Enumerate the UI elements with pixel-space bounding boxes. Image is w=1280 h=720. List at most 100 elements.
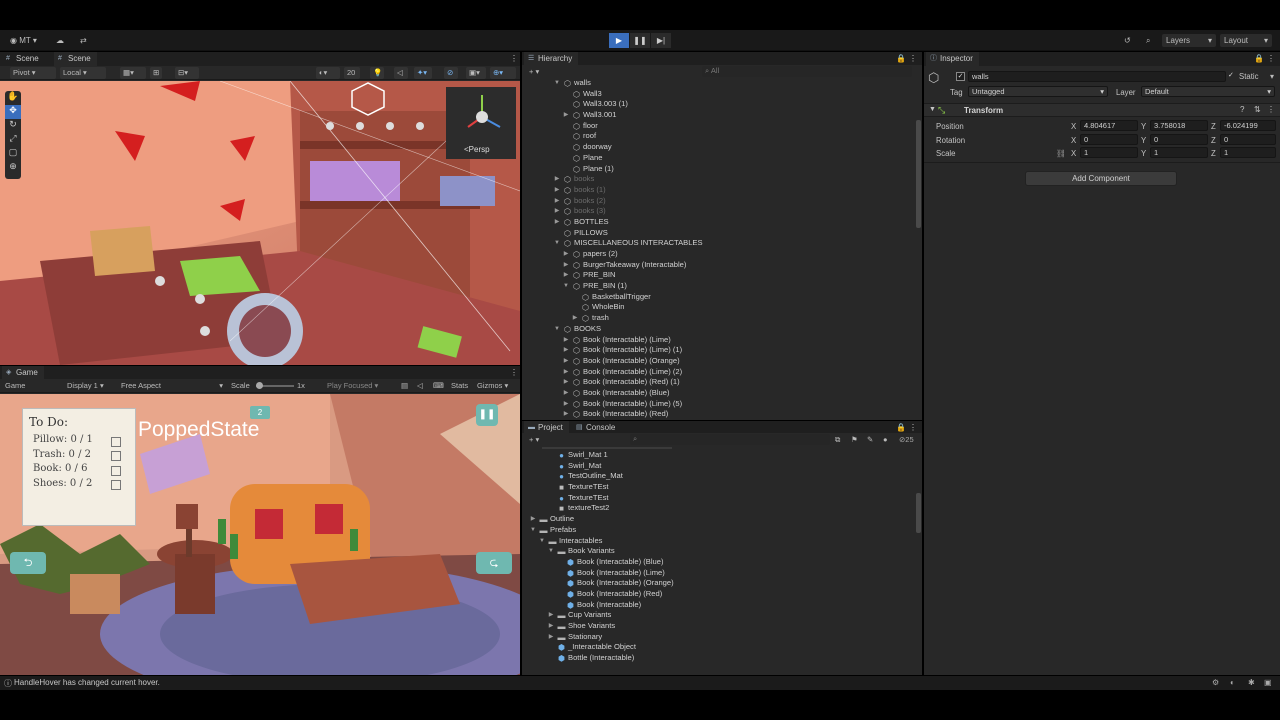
static-dropdown-icon[interactable]: ▾	[1270, 72, 1274, 81]
hierarchy-item[interactable]: ▶ ⬡ Book (Interactable) (Lime) (1)	[522, 345, 922, 356]
tag-dropdown[interactable]: Untagged ▾	[968, 86, 1108, 97]
snap-icon[interactable]: ⊞	[150, 67, 162, 79]
collapse-arrow-icon[interactable]: ▶	[562, 377, 570, 388]
favorite-icon[interactable]: ✎	[864, 434, 876, 446]
collapse-arrow-icon[interactable]: ▶	[562, 388, 570, 399]
collapse-arrow-icon[interactable]: ▶	[562, 367, 570, 378]
add-component-button[interactable]: Add Component	[1025, 171, 1177, 186]
project-item[interactable]: ▶ ▬ Stationary	[522, 632, 922, 643]
project-item[interactable]: ● TextureTEst	[522, 493, 922, 504]
game-viewport[interactable]: To Do: Pillow: 0 / 1 Trash: 0 / 2 Book: …	[0, 394, 520, 675]
hierarchy-item[interactable]: ⬡ roof	[522, 131, 922, 142]
scale-z-field[interactable]: 1	[1220, 147, 1276, 158]
draw-mode-icon[interactable]: ◐▾	[316, 67, 340, 79]
scale-y-field[interactable]: 1	[1150, 147, 1208, 158]
panel-menu-icon[interactable]: ⋮	[506, 366, 522, 380]
transform-header[interactable]: ▼ ⤡ Transform ? ⇅ ⋮	[924, 103, 1280, 117]
project-scrollbar[interactable]	[916, 493, 921, 533]
pause-icon[interactable]: ❚❚	[476, 404, 498, 426]
object-name-field[interactable]: walls	[968, 71, 1226, 82]
display-dropdown[interactable]: Display 1 ▾	[64, 380, 114, 392]
hierarchy-item[interactable]: ▶ ⬡ books (2)	[522, 196, 922, 207]
search-by-label-icon[interactable]: ⚑	[848, 434, 861, 446]
collapse-arrow-icon[interactable]: ▶	[553, 185, 561, 196]
tab-hierarchy[interactable]: ☰ Hierarchy	[524, 52, 579, 66]
play-button[interactable]: ▶	[609, 33, 629, 48]
hierarchy-item[interactable]: ▶ ⬡ Book (Interactable) (Lime) (2)	[522, 367, 922, 378]
project-item[interactable]: ⬢ Book (Interactable)	[522, 600, 922, 611]
hand-tool-icon[interactable]: ✋	[5, 91, 21, 105]
collapse-arrow-icon[interactable]: ▶	[529, 514, 537, 525]
arrow-left-icon[interactable]: ⮌	[10, 552, 46, 574]
expand-arrow-icon[interactable]: ▼	[553, 324, 561, 335]
grid-snap-icon[interactable]: ▦▾	[120, 67, 146, 79]
notification-icon[interactable]: ▣	[1264, 678, 1272, 687]
hierarchy-item[interactable]: ▶ ⬡ PRE_BIN	[522, 270, 922, 281]
collapse-arrow-icon[interactable]: ▶	[553, 217, 561, 228]
search-icon[interactable]: ⌕	[1142, 34, 1154, 47]
project-item[interactable]: ■ TextureTEst	[522, 482, 922, 493]
project-item[interactable]: ⬢ Book (Interactable) (Orange)	[522, 578, 922, 589]
collapse-arrow-icon[interactable]: ▶	[562, 335, 570, 346]
mute-audio-icon[interactable]: ◁	[414, 380, 426, 392]
link-icon[interactable]: ⛓	[1056, 149, 1066, 158]
arrow-right-icon[interactable]: ⮎	[476, 552, 512, 574]
expand-arrow-icon[interactable]: ▼	[529, 525, 537, 536]
collapse-arrow-icon[interactable]: ▶	[547, 610, 555, 621]
grid-value[interactable]: 20	[344, 67, 360, 79]
project-search-input[interactable]: ⌕	[630, 434, 830, 445]
static-checkbox[interactable]: ✓	[1228, 71, 1237, 80]
effects-icon[interactable]: ✦▾	[414, 67, 432, 79]
hierarchy-item[interactable]: ▶ ⬡ papers (2)	[522, 249, 922, 260]
hierarchy-item[interactable]: ⬡ WholeBin	[522, 302, 922, 313]
hierarchy-item[interactable]: ▶ ⬡ books	[522, 174, 922, 185]
collapse-arrow-icon[interactable]: ▶	[562, 270, 570, 281]
hierarchy-item[interactable]: ⬡ Wall3	[522, 89, 922, 100]
collapse-arrow-icon[interactable]: ▶	[562, 110, 570, 121]
hierarchy-item[interactable]: ▶ ⬡ trash	[522, 313, 922, 324]
collab-icon[interactable]: ⇄	[76, 34, 91, 47]
project-item[interactable]: ▼ ▬ Book Variants	[522, 546, 922, 557]
hierarchy-item[interactable]: ▶ ⬡ Book (Interactable) (Blue)	[522, 388, 922, 399]
position-y-field[interactable]: 3.758018	[1150, 120, 1208, 131]
scale-x-field[interactable]: 1	[1080, 147, 1138, 158]
lock-icon[interactable]: 🔒	[1252, 52, 1266, 66]
project-item[interactable]: ● Swirl_Mat	[522, 461, 922, 472]
collapse-arrow-icon[interactable]: ▶	[553, 206, 561, 217]
scene-viewport[interactable]: ✋ ✥ ↻ ⤢ ▢ ⊕ <Persp	[0, 81, 520, 365]
pause-button[interactable]: ❚❚	[630, 33, 650, 48]
play-focused-dropdown[interactable]: Play Focused ▾	[324, 380, 388, 392]
collapse-arrow-icon[interactable]: ▶	[553, 196, 561, 207]
position-z-field[interactable]: -6.024199	[1220, 120, 1276, 131]
transform-tool-icon[interactable]: ⊕	[5, 161, 21, 175]
collapse-arrow-icon[interactable]: ▶	[562, 260, 570, 271]
add-icon[interactable]: + ▾	[526, 434, 542, 446]
hidden-objects-icon[interactable]: ⊘	[444, 67, 458, 79]
hierarchy-item[interactable]: ⬡ Plane	[522, 153, 922, 164]
visibility-icon[interactable]: ●	[880, 434, 891, 446]
hierarchy-item[interactable]: ⬡ doorway	[522, 142, 922, 153]
active-checkbox[interactable]: ✓	[956, 72, 965, 81]
collapse-arrow-icon[interactable]: ▶	[562, 249, 570, 260]
bug-icon[interactable]: ✱	[1248, 678, 1255, 687]
hierarchy-item[interactable]: ⬡ floor	[522, 121, 922, 132]
panel-menu-icon[interactable]: ⋮	[1265, 52, 1277, 66]
progress-icon[interactable]: ◐	[1230, 678, 1235, 687]
search-by-type-icon[interactable]: ⧉	[832, 434, 843, 446]
game-view-dropdown[interactable]: Game	[2, 380, 60, 392]
step-button[interactable]: ▶|	[651, 33, 671, 48]
expand-arrow-icon[interactable]: ▼	[553, 78, 561, 89]
project-item[interactable]: ⬢ _Interactable Object	[522, 642, 922, 653]
debug-icon[interactable]: ⚙	[1212, 678, 1219, 687]
position-x-field[interactable]: 4.804617	[1080, 120, 1138, 131]
shortcuts-icon[interactable]: ⌨	[430, 380, 447, 392]
tab-inspector[interactable]: ⓘ Inspector	[926, 52, 979, 66]
camera-icon[interactable]: ▣▾	[466, 67, 486, 79]
collapse-arrow-icon[interactable]: ▶	[562, 409, 570, 420]
local-dropdown[interactable]: Local ▾	[60, 67, 106, 79]
collapse-arrow-icon[interactable]: ▶	[547, 632, 555, 643]
collapse-arrow-icon[interactable]: ▶	[553, 174, 561, 185]
hierarchy-item[interactable]: ⬡ PILLOWS	[522, 228, 922, 239]
rotation-y-field[interactable]: 0	[1150, 134, 1208, 145]
rotation-z-field[interactable]: 0	[1220, 134, 1276, 145]
